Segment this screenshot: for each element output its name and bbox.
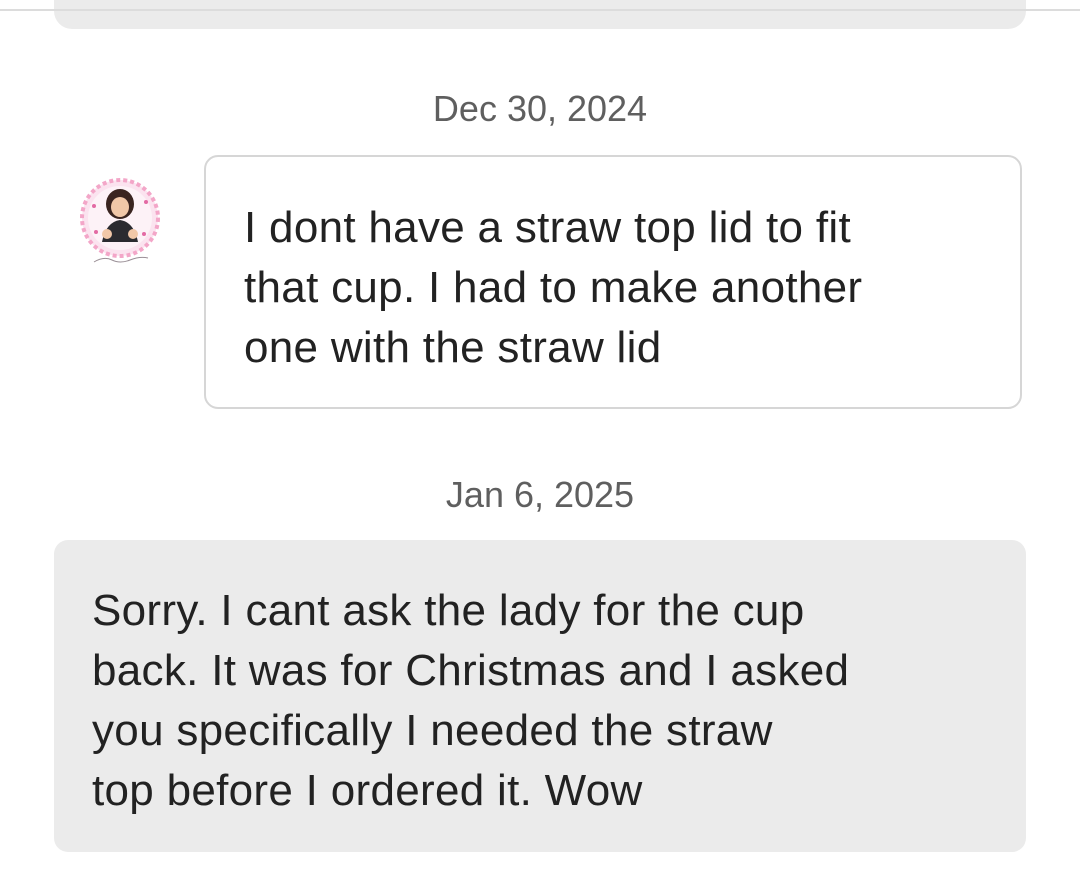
- received-message-bubble[interactable]: I dont have a straw top lid to fit that …: [204, 155, 1022, 409]
- date-separator: Dec 30, 2024: [432, 88, 648, 129]
- message-text: I dont have a straw top lid to fit that …: [244, 203, 863, 372]
- date-separator: Jan 6, 2025: [445, 474, 635, 515]
- avatar[interactable]: [80, 176, 160, 264]
- sent-message-bubble[interactable]: Sorry. I cant ask the lady for the cup b…: [54, 540, 1026, 852]
- seller-avatar-icon: [80, 178, 160, 263]
- conversation-view: Dec 30, 2024 I dont have a straw top lid…: [0, 0, 1080, 871]
- divider: [0, 9, 1080, 11]
- message-text: Sorry. I cant ask the lady for the cup b…: [92, 586, 850, 815]
- previous-message-bubble[interactable]: [54, 0, 1026, 29]
